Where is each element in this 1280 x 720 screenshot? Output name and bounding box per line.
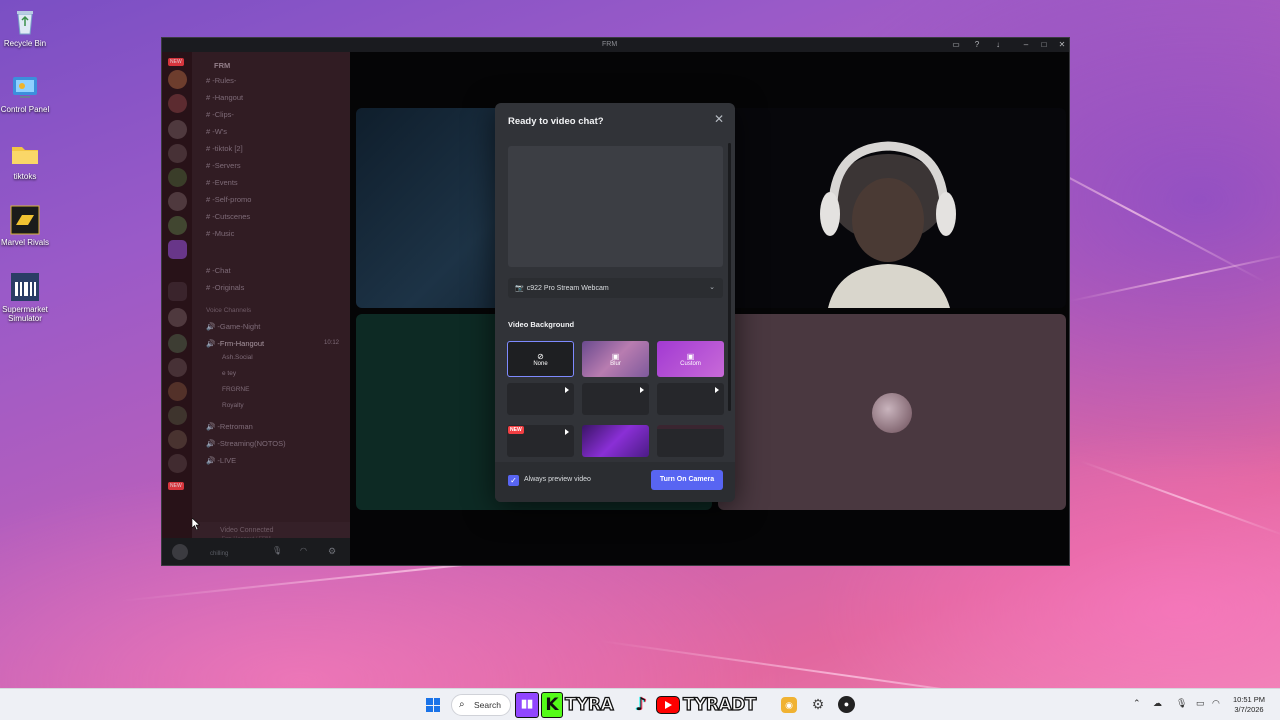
play-icon	[565, 429, 569, 435]
desktop-icon-label: tiktoks	[13, 172, 37, 181]
desktop-icon-label: Control Panel	[0, 105, 50, 114]
modal-scrollbar[interactable]	[728, 143, 731, 411]
always-preview-checkbox[interactable]: ✓	[508, 475, 519, 486]
twitch-icon[interactable]: ▮▮	[515, 692, 539, 718]
modal-title: Ready to video chat?	[508, 116, 604, 127]
play-icon	[665, 700, 672, 709]
settings-taskbar-icon[interactable]: ⚙	[810, 696, 826, 712]
desktop-icon-tiktoks[interactable]: tiktoks	[0, 139, 50, 181]
background-thumbnail[interactable]: NEW	[507, 425, 574, 457]
user-panel: chilling 🎙 ◠ ⚙	[162, 538, 350, 565]
windows-logo-tile	[433, 698, 440, 705]
start-button[interactable]	[426, 698, 440, 712]
wifi-icon[interactable]: ◠	[1212, 698, 1220, 709]
windows-logo-tile	[426, 698, 433, 705]
window-title: FRM	[602, 41, 618, 48]
youtube-icon[interactable]	[656, 696, 680, 714]
video-background-label: Video Background	[508, 320, 575, 329]
windows-logo-tile	[433, 705, 440, 712]
background-thumbnail[interactable]	[582, 383, 649, 415]
chevron-up-icon[interactable]: ⌃	[1133, 698, 1141, 709]
new-badge: NEW	[508, 426, 524, 434]
clock-date: 3/7/2026	[1234, 705, 1264, 714]
search-box[interactable]: ⌕ Search	[451, 694, 511, 716]
network-cloud-icon[interactable]: ☁	[1153, 698, 1162, 709]
background-option-none[interactable]: ⊘ None	[507, 341, 574, 377]
camera-select[interactable]: 📷 c922 Pro Stream Webcam ⌄	[508, 278, 723, 298]
camera-icon: 📷	[515, 285, 524, 292]
clock-time: 10:51 PM	[1232, 695, 1266, 704]
control-panel-icon	[10, 72, 40, 102]
always-preview-label: Always preview video	[524, 476, 591, 483]
none-icon: ⊘	[537, 351, 544, 361]
image-icon: ▣	[686, 351, 695, 361]
microphone-icon[interactable]: 🎙	[1176, 698, 1187, 709]
windows-logo-tile	[426, 705, 433, 712]
user-status: chilling	[210, 551, 229, 557]
wallpaper-streak	[1069, 252, 1280, 302]
brand-text-tyradt: TYRADT	[682, 694, 757, 715]
download-icon[interactable]: ↓	[992, 40, 1004, 50]
camera-select-value: c922 Pro Stream Webcam	[526, 284, 609, 292]
system-clock[interactable]: 10:51 PM 3/7/2026	[1226, 695, 1272, 715]
background-thumbnail[interactable]	[507, 383, 574, 415]
video-chat-modal: Ready to video chat? ✕ 📷 c922 Pro Stream…	[495, 103, 735, 502]
webcam-person-image	[718, 108, 1066, 308]
tiktok-icon[interactable]: ♪	[630, 693, 652, 717]
background-option-label: None	[533, 360, 548, 367]
background-option-label: Blur	[610, 360, 621, 367]
wallpaper-streak	[1079, 460, 1280, 538]
modal-backdrop	[162, 52, 350, 565]
desktop-icon-label: Supermarket Simulator	[2, 305, 48, 323]
background-thumbnail[interactable]	[657, 425, 724, 457]
search-icon: ⌕	[459, 699, 465, 710]
marvel-rivals-icon	[10, 205, 40, 235]
play-icon	[640, 387, 644, 393]
window-titlebar: FRM ▭ ? ↓ – □ ✕	[162, 38, 1069, 52]
mouse-cursor	[192, 518, 200, 530]
avatar[interactable]	[172, 544, 188, 560]
desktop-icon-supermarket-simulator[interactable]: Supermarket Simulator	[0, 272, 50, 323]
chevron-down-icon: ⌄	[709, 284, 715, 291]
minimize-button[interactable]: –	[1020, 40, 1032, 50]
scrollbar-thumb[interactable]	[728, 143, 731, 411]
kick-icon[interactable]: K	[541, 692, 563, 718]
desktop-icon-label: Marvel Rivals	[0, 238, 49, 247]
folder-icon	[10, 139, 40, 169]
background-option-label: Custom	[680, 360, 701, 367]
background-option-blur[interactable]: ▣ Blur	[582, 341, 649, 377]
play-icon	[715, 387, 719, 393]
desktop-icon-control-panel[interactable]: Control Panel	[0, 72, 50, 114]
brand-text-tyra: TYRA	[564, 694, 614, 715]
search-label: Search	[474, 700, 501, 710]
display-icon[interactable]: ▭	[1196, 698, 1205, 709]
user-avatar	[872, 393, 912, 433]
supermarket-simulator-icon	[10, 272, 40, 302]
maximize-button[interactable]: □	[1038, 40, 1050, 50]
recycle-bin-icon	[10, 6, 40, 36]
background-option-custom[interactable]: ▣ Custom	[657, 341, 724, 377]
video-tile-avatar[interactable]	[718, 314, 1066, 510]
headphones-icon[interactable]: ◠	[300, 546, 307, 555]
obs-taskbar-icon[interactable]: ●	[838, 696, 855, 713]
desktop-icon-label: Recycle Bin	[3, 39, 47, 48]
desktop-icon-recycle-bin[interactable]: Recycle Bin	[0, 6, 50, 48]
close-button[interactable]: ✕	[1056, 40, 1068, 50]
background-thumbnail[interactable]	[582, 425, 649, 457]
play-icon	[565, 387, 569, 393]
blur-icon: ▣	[611, 351, 620, 361]
inbox-icon[interactable]: ▭	[950, 40, 962, 50]
camera-preview	[508, 146, 723, 267]
taskbar: ⌕ Search ▮▮ K TYRA ♪ TYRADT ◉ ⚙ ● ⌃ ☁ 🎙 …	[0, 688, 1280, 720]
help-icon[interactable]: ?	[971, 40, 983, 50]
discord-taskbar-icon[interactable]: ◉	[781, 697, 797, 713]
gear-icon[interactable]: ⚙	[328, 546, 336, 557]
mic-icon[interactable]: 🎙	[272, 546, 282, 555]
desktop-icon-marvel-rivals[interactable]: Marvel Rivals	[0, 205, 50, 247]
video-tile-webcam[interactable]	[718, 108, 1066, 308]
close-icon[interactable]: ✕	[712, 112, 726, 126]
turn-on-camera-button[interactable]: Turn On Camera	[651, 470, 723, 490]
background-thumbnail[interactable]	[657, 383, 724, 415]
